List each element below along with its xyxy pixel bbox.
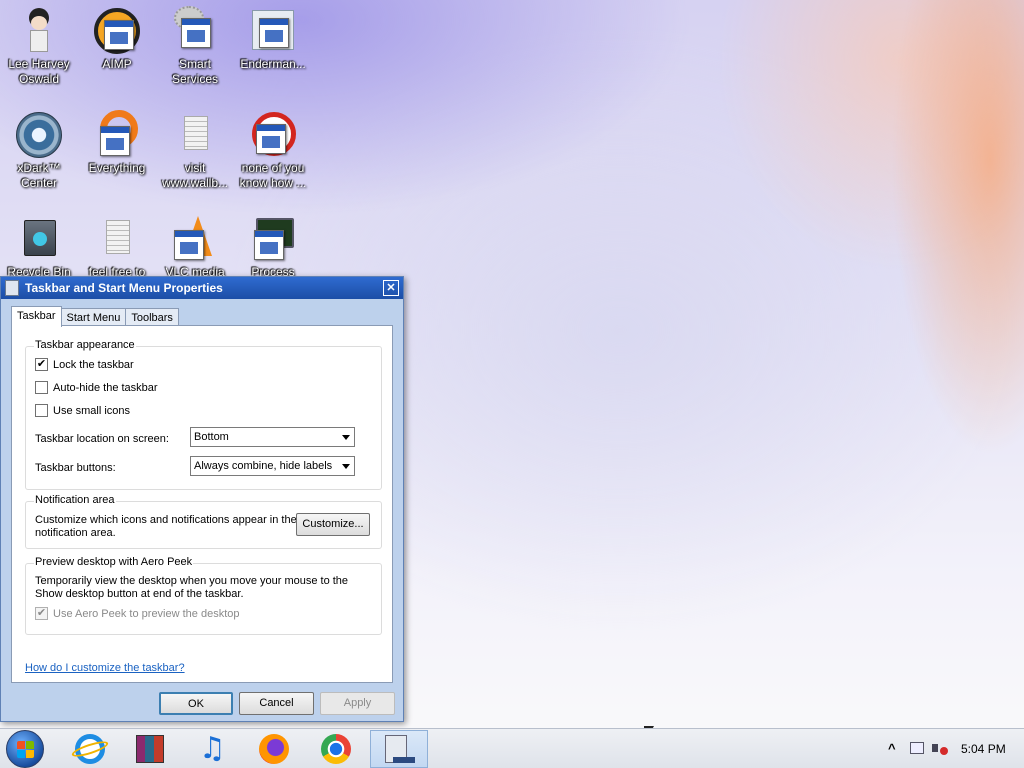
location-label: Taskbar location on screen: [35, 433, 169, 445]
aero-peek-description: Temporarily view the desktop when you mo… [35, 575, 349, 600]
aero-peek-label: Use Aero Peek to preview the desktop [53, 608, 240, 620]
winrar-books-icon [136, 735, 164, 763]
red-swirl-icon [250, 112, 296, 158]
desktop-icon-process[interactable]: Process [234, 210, 312, 280]
taskbar-properties-window[interactable] [370, 730, 428, 768]
taskbar-buttons-select[interactable]: Always combine, hide labels [190, 456, 355, 476]
desktop-icon-smart-services[interactable]: Smart Services [156, 2, 234, 87]
taskbar-internet-explorer[interactable] [61, 730, 119, 768]
text-document-icon [94, 216, 140, 262]
desktop-icon-feel-free[interactable]: feel free to [78, 210, 156, 280]
taskbar-tab-panel: Taskbar appearance ✔ Lock the taskbar Aut… [11, 325, 393, 683]
lock-taskbar-checkbox[interactable]: ✔ [35, 357, 48, 371]
taskbar-winrar[interactable] [121, 730, 179, 768]
desktop-icon-label: none of you know how ... [239, 161, 307, 190]
volume-muted-icon[interactable] [930, 729, 950, 768]
desktop-icon-label: Lee Harvey Oswald [8, 57, 70, 86]
vlc-cone-icon [172, 216, 218, 262]
group-title: Taskbar appearance [34, 339, 136, 351]
taskbar-properties-icon-base [393, 757, 415, 763]
taskbar-location-select[interactable]: Bottom [190, 427, 355, 447]
everything-search-icon [94, 110, 140, 158]
aimp-icon [94, 8, 140, 54]
autohide-checkbox[interactable] [35, 380, 48, 394]
taskbar-buttons-label: Taskbar buttons: [35, 462, 116, 474]
taskbar-buttons-value: Always combine, hide labels [194, 460, 333, 472]
desktop-icon-label: xDark™ Center [17, 161, 61, 190]
desktop-icon-enderman[interactable]: Enderman... [234, 2, 312, 72]
taskbar-properties-icon [5, 280, 19, 296]
monitor-icon [250, 216, 296, 262]
taskbar-location-value: Bottom [194, 431, 229, 443]
autohide-label: Auto-hide the taskbar [53, 382, 158, 394]
aero-peek-group: Preview desktop with Aero Peek Temporari… [25, 556, 382, 635]
lock-taskbar-label: Lock the taskbar [53, 359, 134, 371]
desktop-icon-aimp[interactable]: AIMP [78, 2, 156, 72]
music-note-icon: ♫ [199, 731, 226, 766]
notification-description: Customize which icons and notifications … [35, 514, 297, 539]
chevron-down-icon [342, 435, 350, 440]
dialog-titlebar[interactable]: Taskbar and Start Menu Properties ✕ [1, 277, 403, 299]
desktop-icon-label: Enderman... [240, 57, 306, 71]
taskbar-itunes[interactable]: ♫ [183, 730, 241, 768]
taskbar: ♫ ^ 5:04 PM [0, 728, 1024, 768]
small-icons-checkbox[interactable] [35, 403, 48, 417]
tab-strip: Taskbar Start Menu Toolbars [11, 306, 179, 327]
customize-button[interactable]: Customize... [296, 513, 370, 536]
group-title: Preview desktop with Aero Peek [34, 556, 194, 568]
autohide-option[interactable]: Auto-hide the taskbar [35, 380, 158, 395]
start-button[interactable] [6, 730, 44, 768]
gear-window-icon [172, 6, 218, 54]
lock-taskbar-option[interactable]: ✔ Lock the taskbar [35, 357, 134, 372]
tab-taskbar[interactable]: Taskbar [11, 306, 62, 327]
network-icon[interactable] [908, 729, 926, 768]
small-icons-option[interactable]: Use small icons [35, 403, 131, 418]
chevron-down-icon [342, 464, 350, 469]
ok-button[interactable]: OK [159, 692, 233, 715]
help-link[interactable]: How do I customize the taskbar? [25, 662, 185, 674]
desktop-icon-label: Everything [88, 161, 146, 175]
desktop-icon-visit-wallb[interactable]: visit www.wallb... [156, 106, 234, 191]
taskbar-appearance-group: Taskbar appearance ✔ Lock the taskbar Aut… [25, 339, 382, 490]
desktop-icon-label: AIMP [102, 57, 132, 71]
notification-area-group: Notification area Customize which icons … [25, 494, 382, 549]
xdark-orb-icon [16, 112, 62, 158]
text-document-icon [172, 112, 218, 158]
desktop-icon-none-of-you[interactable]: none of you know how ... [234, 106, 312, 191]
window-app-icon [250, 8, 296, 54]
desktop-icon-label: visit www.wallb... [161, 161, 229, 190]
desktop-icon-lee-harvey-oswald[interactable]: Lee Harvey Oswald [0, 2, 78, 87]
anime-character-icon [16, 8, 62, 54]
taskbar-properties-dialog: Taskbar and Start Menu Properties ✕ Task… [0, 276, 404, 722]
taskbar-chrome[interactable] [307, 730, 365, 768]
cancel-button[interactable]: Cancel [239, 692, 314, 715]
group-title: Notification area [34, 494, 116, 506]
desktop-icon-label: Smart Services [171, 57, 218, 86]
dialog-title: Taskbar and Start Menu Properties [25, 281, 223, 295]
desktop-icon-everything[interactable]: Everything [78, 106, 156, 176]
chrome-icon [321, 734, 351, 764]
show-hidden-icons-button[interactable]: ^ [888, 729, 896, 768]
taskbar-firefox[interactable] [245, 730, 303, 768]
desktop-icon-xdark-center[interactable]: xDark™ Center [0, 106, 78, 191]
system-clock[interactable]: 5:04 PM [961, 729, 1006, 768]
desktop-icon-recycle-bin[interactable]: Recycle Bin [0, 210, 78, 280]
aero-peek-option[interactable]: ✔ Use Aero Peek to preview the desktop [35, 606, 240, 621]
firefox-icon [259, 734, 289, 764]
close-button[interactable]: ✕ [383, 280, 399, 296]
aero-peek-checkbox[interactable]: ✔ [35, 606, 48, 620]
recycle-bin-icon [16, 216, 62, 262]
apply-button[interactable]: Apply [320, 692, 395, 715]
small-icons-label: Use small icons [53, 405, 131, 417]
desktop-icon-vlc[interactable]: VLC media [156, 210, 234, 280]
